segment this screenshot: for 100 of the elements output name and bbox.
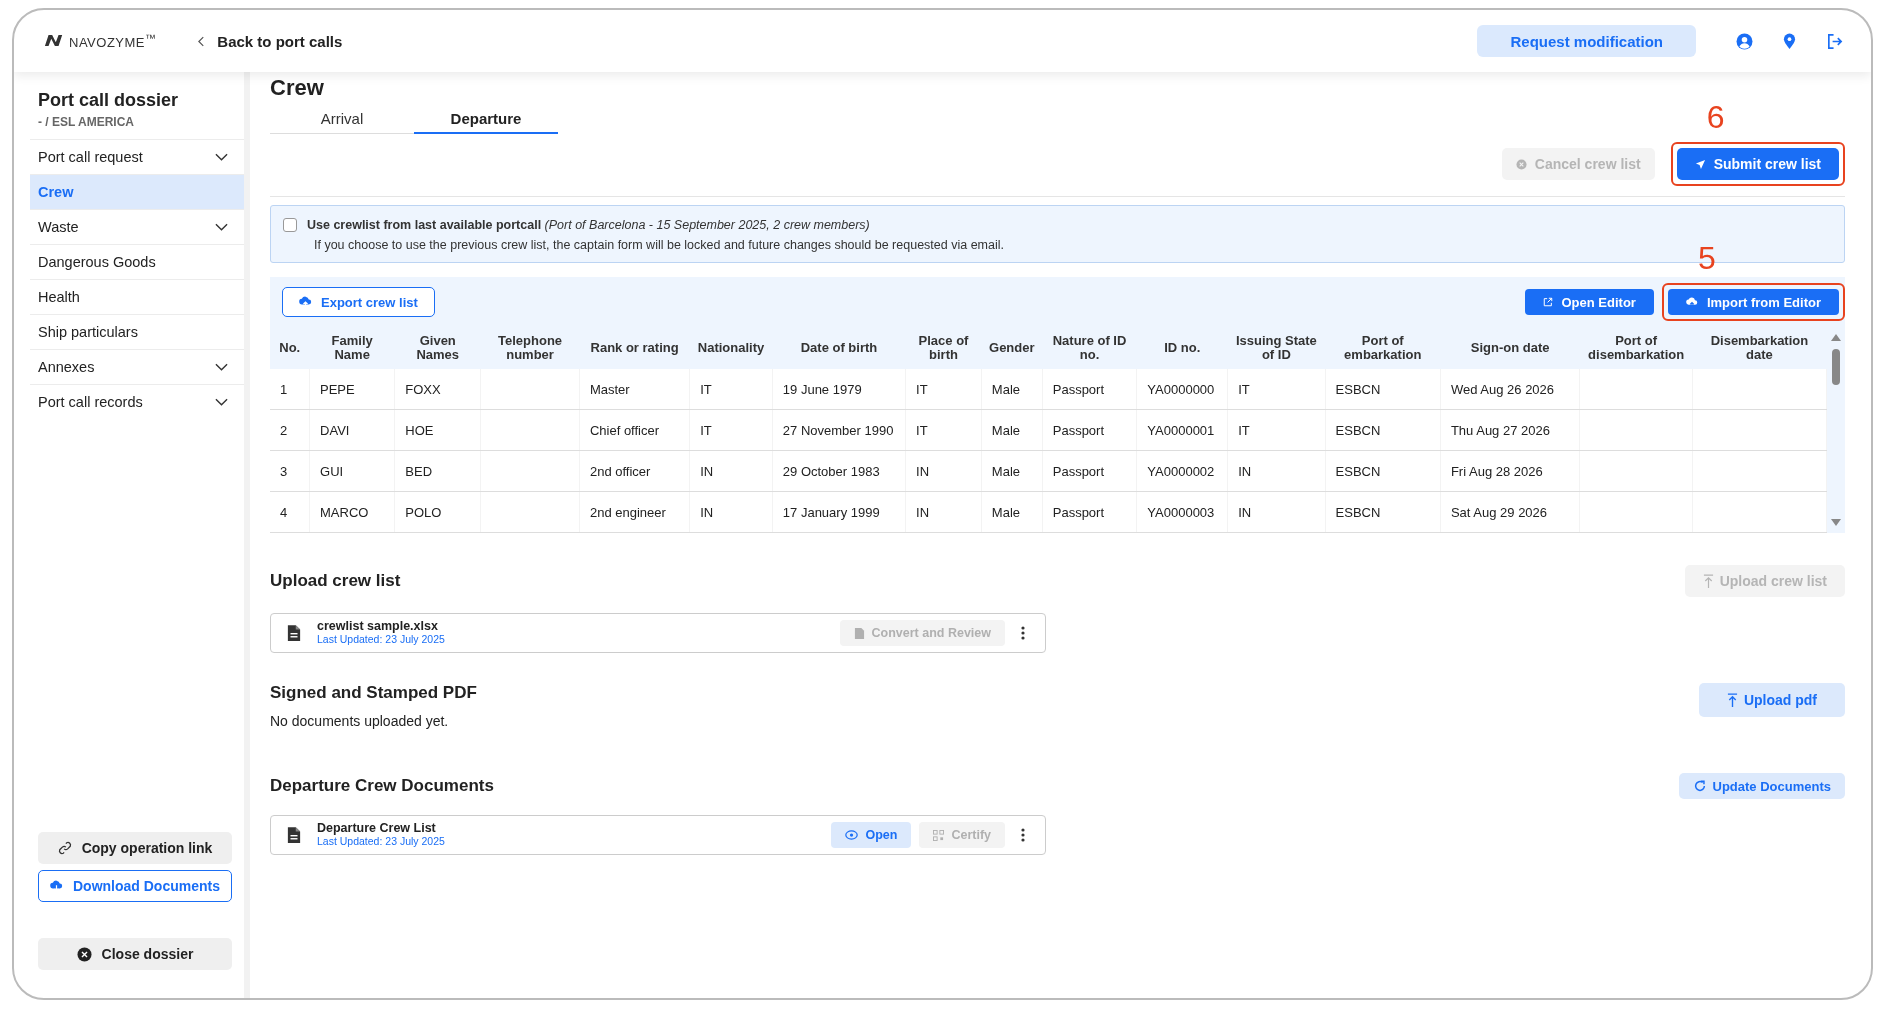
- upload-icon: [1726, 692, 1738, 708]
- column-header: Place of birth: [905, 327, 982, 369]
- checkbox[interactable]: [283, 218, 297, 232]
- table-cell: IN: [905, 450, 982, 492]
- sidebar-item[interactable]: Crew: [30, 174, 244, 209]
- table-cell: 19 June 1979: [772, 369, 906, 410]
- send-icon: [1694, 158, 1706, 170]
- scroll-up-icon[interactable]: [1831, 333, 1841, 341]
- table-cell: IT: [1227, 409, 1326, 451]
- location-pin-icon[interactable]: [1783, 32, 1796, 50]
- document-icon: [853, 626, 865, 640]
- download-documents-button[interactable]: Download Documents: [38, 870, 232, 902]
- table-cell: 29 October 1983: [772, 450, 906, 492]
- table-cell: 27 November 1990: [772, 409, 906, 451]
- table-cell: 4: [270, 491, 310, 533]
- table-cell: Fri Aug 28 2026: [1440, 450, 1580, 492]
- table-cell: Passport: [1042, 491, 1137, 533]
- table-cell: ESBCN: [1325, 450, 1441, 492]
- sidebar-item[interactable]: Port call records: [30, 384, 244, 419]
- table-cell: YA0000000: [1136, 369, 1228, 410]
- table-cell: Master: [579, 369, 690, 410]
- table-cell: PEPE: [309, 369, 395, 410]
- table-cell: GUI: [309, 450, 395, 492]
- sidebar-item[interactable]: Ship particulars: [30, 314, 244, 349]
- scrollbar-thumb[interactable]: [1832, 349, 1840, 385]
- table-cell: 1: [270, 369, 310, 410]
- chevron-down-icon: [215, 363, 228, 371]
- submit-crew-list-button[interactable]: Submit crew list: [1676, 148, 1839, 180]
- checkbox-label: Use crewlist from last available portcall (Port of Barcelona - 15 September 2025, 2 crew members): [307, 218, 870, 232]
- table-cell: IN: [1227, 491, 1326, 533]
- sidebar-item[interactable]: Health: [30, 279, 244, 314]
- dossier-subtitle: - / ESL AMERICA: [37, 115, 135, 129]
- file-name: Departure Crew List: [317, 822, 437, 835]
- close-icon: [76, 946, 92, 962]
- eye-icon: [845, 830, 859, 840]
- table-cell: ESBCN: [1325, 491, 1441, 533]
- table-cell: 3: [270, 450, 310, 492]
- column-header: Port of disembarkation: [1579, 327, 1693, 369]
- tab[interactable]: Departure: [414, 104, 558, 134]
- tab[interactable]: Arrival: [270, 104, 414, 134]
- sidebar-item[interactable]: Annexes: [30, 349, 244, 384]
- section-title: Departure Crew Documents: [270, 776, 494, 796]
- open-button[interactable]: Open: [831, 822, 912, 848]
- brand-logo[interactable]: NAVOZYME$^{™}$: [44, 31, 157, 51]
- table-cell: MARCO: [309, 491, 395, 533]
- request-modification-button[interactable]: Request modification: [1477, 25, 1696, 57]
- table-cell: 2nd engineer: [579, 491, 690, 533]
- table-cell: Chief officer: [579, 409, 690, 451]
- table-cell: Sat Aug 29 2026: [1440, 491, 1580, 533]
- upload-icon: [1702, 573, 1714, 589]
- close-dossier-button[interactable]: Close dossier: [38, 938, 232, 970]
- callout-number: 5: [1697, 241, 1716, 275]
- column-header: Port of embarkation: [1325, 327, 1441, 369]
- cloud-upload-icon: [1685, 296, 1698, 308]
- table-cell: Passport: [1042, 450, 1137, 492]
- table-cell: 17 January 1999: [772, 491, 906, 533]
- logout-icon[interactable]: [1826, 32, 1843, 50]
- export-crew-list-button[interactable]: Export crew list: [282, 287, 435, 317]
- document-icon: [287, 826, 301, 844]
- table-cell: IN: [1227, 450, 1326, 492]
- back-link[interactable]: Back to port calls: [198, 32, 343, 50]
- chevron-left-icon: [198, 35, 206, 47]
- user-icon[interactable]: [1736, 32, 1753, 50]
- table-cell: Thu Aug 27 2026: [1440, 409, 1580, 451]
- table-cell: FOXX: [394, 369, 481, 410]
- chevron-down-icon: [215, 223, 228, 231]
- sidebar-item[interactable]: Waste: [30, 209, 244, 244]
- empty-state-text: No documents uploaded yet.: [270, 713, 450, 729]
- table-cell: BED: [394, 450, 481, 492]
- link-icon: [57, 841, 72, 855]
- section-title: Upload crew list: [270, 571, 401, 591]
- table-cell: IT: [689, 369, 773, 410]
- table-cell: Passport: [1042, 369, 1137, 410]
- cancel-icon: [1515, 158, 1527, 170]
- column-header: Disembarkation date: [1692, 327, 1827, 369]
- update-documents-button[interactable]: Update Documents: [1678, 773, 1845, 799]
- sidebar-item[interactable]: Dangerous Goods: [30, 244, 244, 279]
- table-cell: 2: [270, 409, 310, 451]
- table-cell: IN: [905, 491, 982, 533]
- column-header: Telephone number: [480, 327, 580, 369]
- table-cell: YA0000001: [1136, 409, 1228, 451]
- table-cell: YA0000002: [1136, 450, 1228, 492]
- file-updated-date: Last Updated: 23 July 2025: [317, 835, 446, 848]
- table-cell: Male: [981, 369, 1043, 410]
- table-cell: IT: [689, 409, 773, 451]
- import-from-editor-button[interactable]: Import from Editor: [1667, 289, 1839, 315]
- table-cell: IT: [905, 369, 982, 410]
- table-cell: Male: [981, 491, 1043, 533]
- table-cell: POLO: [394, 491, 481, 533]
- cloud-upload-icon: [299, 296, 312, 308]
- table-cell: ESBCN: [1325, 409, 1441, 451]
- open-editor-button[interactable]: Open Editor: [1524, 289, 1654, 315]
- dossier-title: Port call dossier: [37, 90, 180, 111]
- table-cell: DAVI: [309, 409, 395, 451]
- column-header: Gender: [981, 327, 1043, 369]
- upload-pdf-button[interactable]: Upload pdf: [1698, 683, 1845, 717]
- column-header: Issuing State of ID: [1227, 327, 1326, 369]
- copy-link-button[interactable]: Copy operation link: [38, 832, 232, 864]
- scroll-down-icon[interactable]: [1831, 519, 1841, 527]
- table-cell: IT: [1227, 369, 1326, 410]
